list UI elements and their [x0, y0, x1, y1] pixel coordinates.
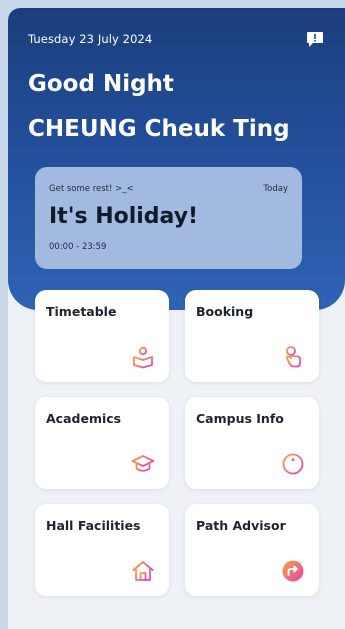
- feedback-icon[interactable]: [306, 31, 324, 48]
- tile-hall-facilities[interactable]: Hall Facilities: [35, 504, 169, 596]
- tile-label: Timetable: [46, 304, 117, 319]
- book-reader-icon: [131, 345, 155, 369]
- info-icon: [281, 452, 305, 476]
- direction-arrow-icon: [281, 559, 305, 583]
- tile-path-advisor[interactable]: Path Advisor: [185, 504, 319, 596]
- tile-label: Hall Facilities: [46, 518, 141, 533]
- header-panel: Tuesday 23 July 2024 Good Night CHEUNG C…: [8, 8, 345, 310]
- tile-timetable[interactable]: Timetable: [35, 290, 169, 382]
- tile-campus-info[interactable]: Campus Info: [185, 397, 319, 489]
- event-day: Today: [263, 184, 288, 194]
- date-label: Tuesday 23 July 2024: [28, 32, 153, 46]
- event-time: 00:00 - 23:59: [49, 242, 107, 252]
- tile-label: Academics: [46, 411, 122, 426]
- user-name: CHEUNG Cheuk Ting: [28, 116, 290, 142]
- event-card[interactable]: Get some rest! >_< Today It's Holiday! 0…: [35, 167, 302, 269]
- tap-hand-icon: [281, 345, 305, 369]
- greeting-text: Good Night: [28, 71, 174, 97]
- app-screen: Tuesday 23 July 2024 Good Night CHEUNG C…: [8, 8, 345, 629]
- home-icon: [131, 559, 155, 583]
- event-message: Get some rest! >_<: [49, 184, 134, 194]
- tile-academics[interactable]: Academics: [35, 397, 169, 489]
- tile-booking[interactable]: Booking: [185, 290, 319, 382]
- graduation-cap-icon: [131, 452, 155, 476]
- tile-label: Campus Info: [196, 411, 284, 426]
- tile-label: Booking: [196, 304, 254, 319]
- tile-label: Path Advisor: [196, 518, 286, 533]
- event-title: It's Holiday!: [49, 204, 199, 229]
